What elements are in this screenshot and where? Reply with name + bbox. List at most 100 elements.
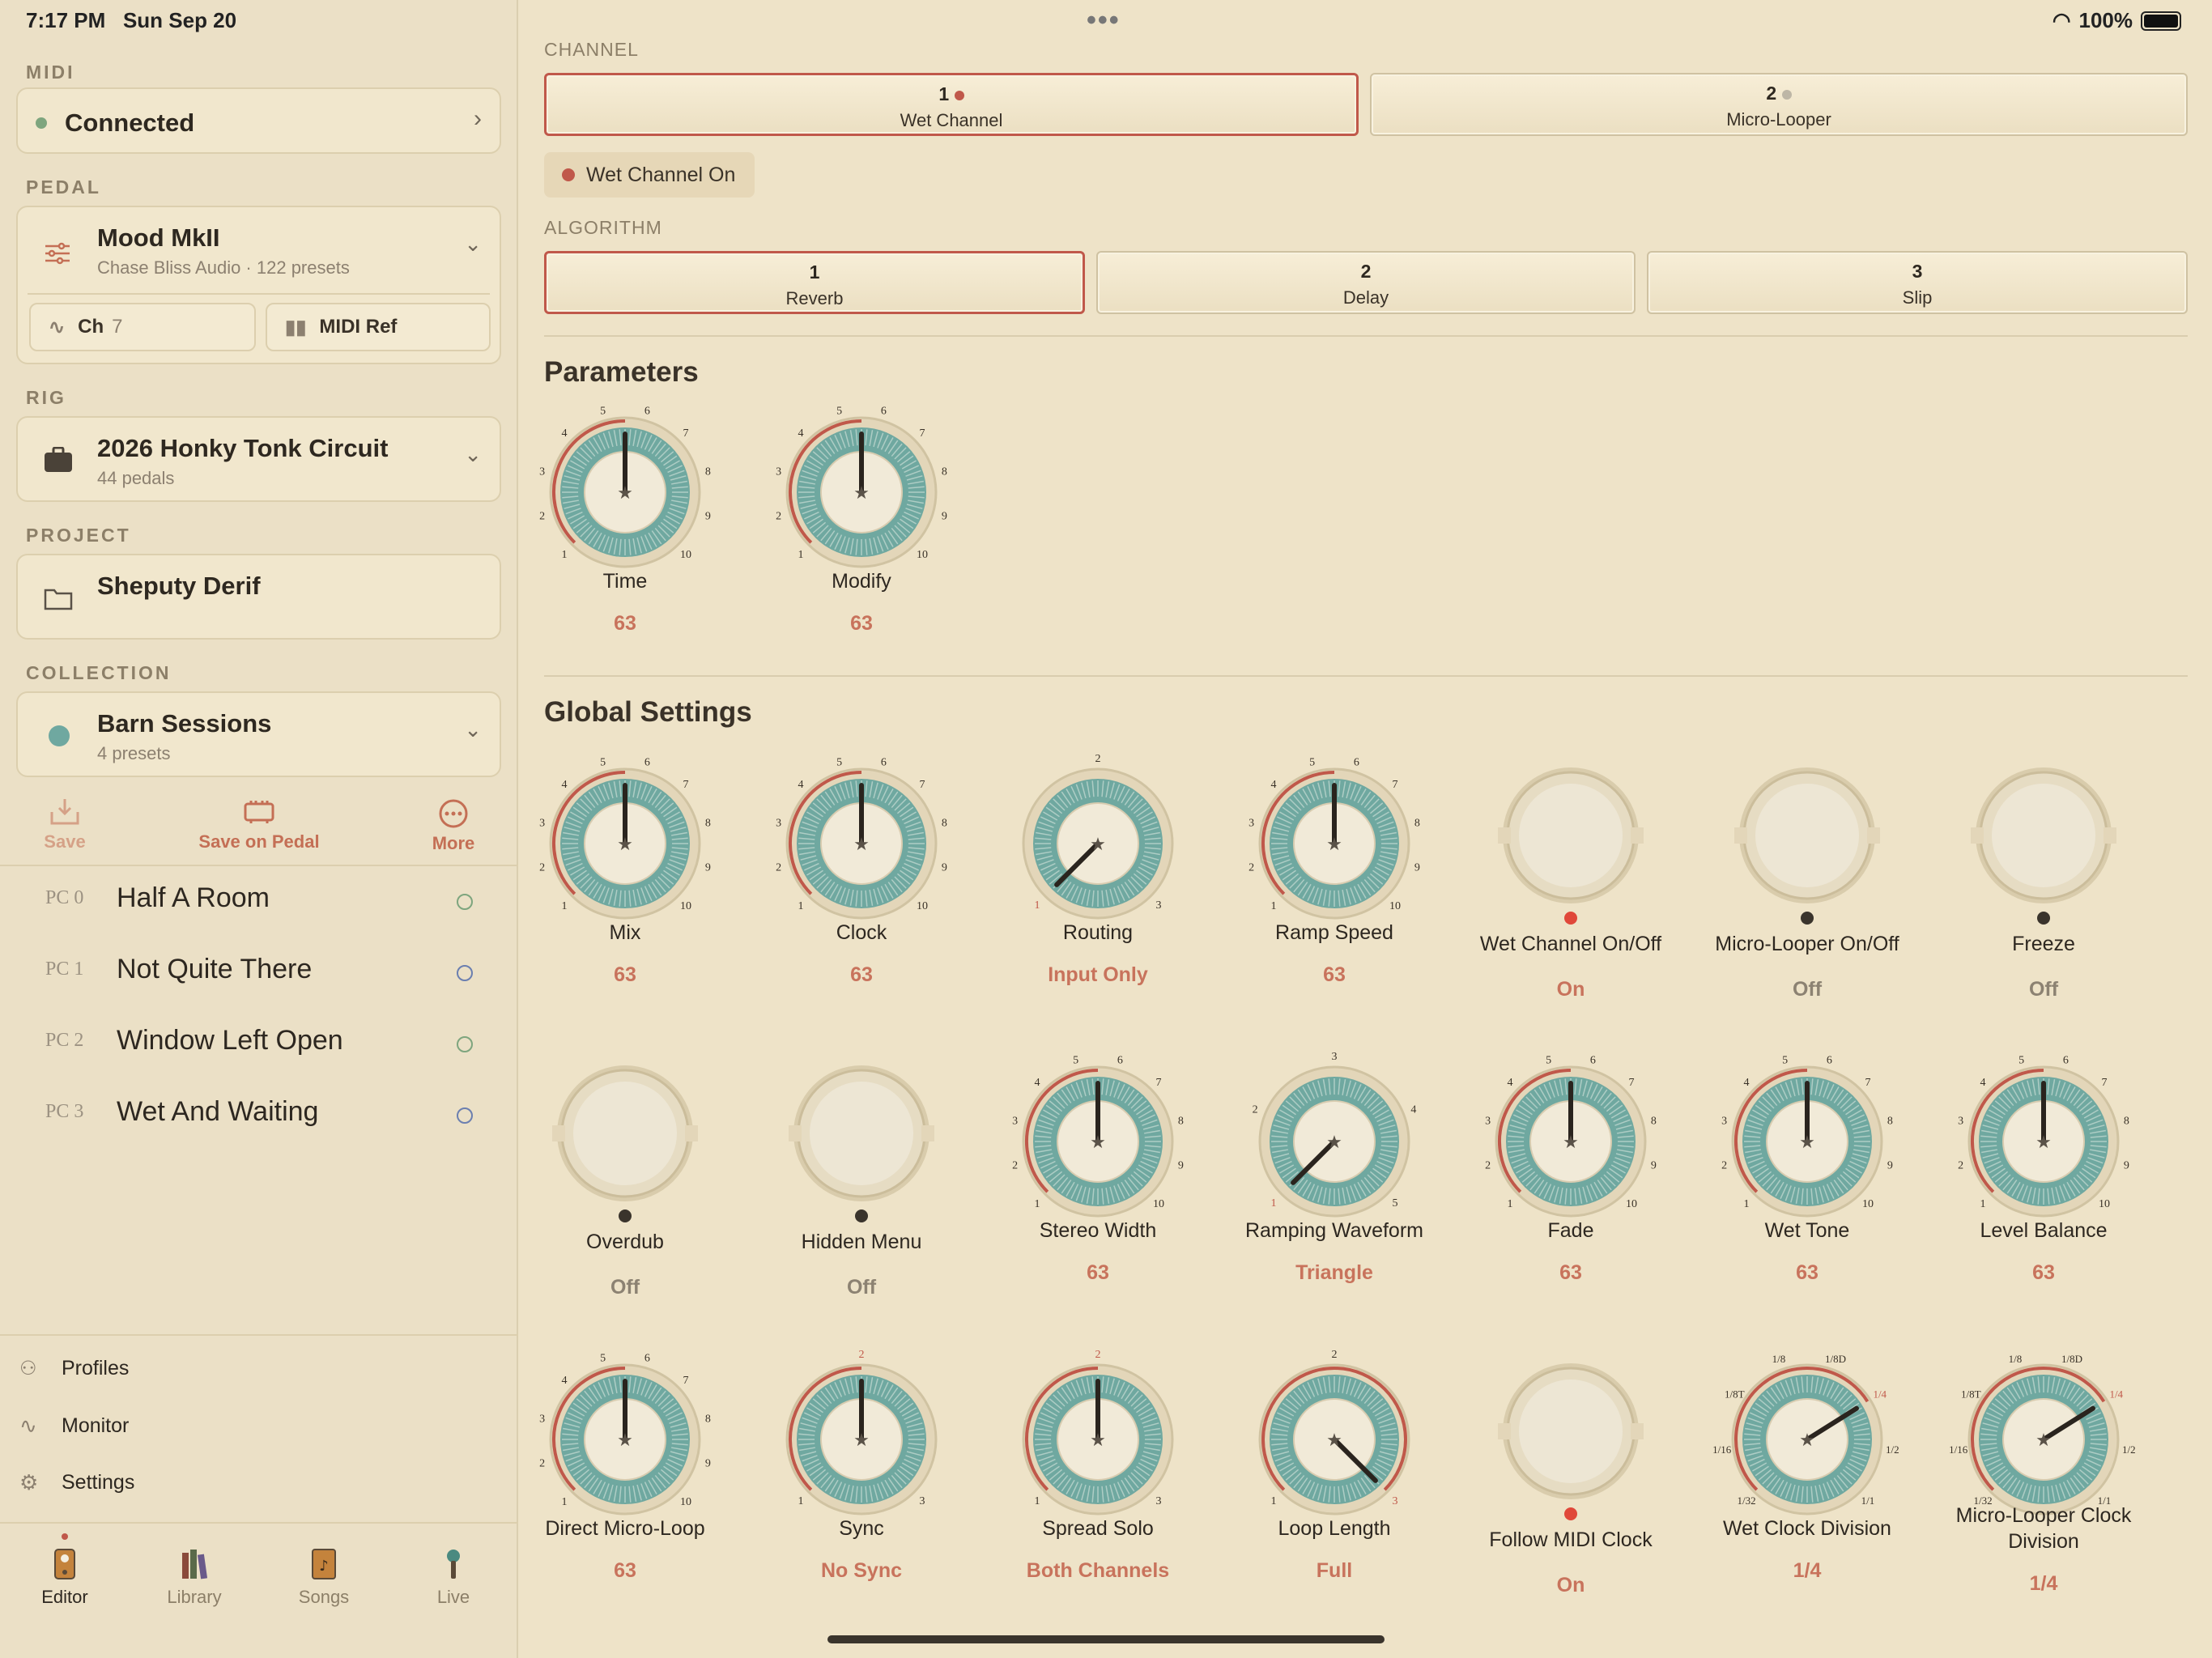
clock-dial[interactable]: 1 2 3 4 5 6 7 8 9 10 ★ bbox=[748, 748, 975, 942]
spread-solo-knob[interactable]: 1 2 3 ★ Spread Solo Both Channels bbox=[985, 1344, 1211, 1603]
looper-onoff-knob[interactable]: Micro-Looper On/Off Off bbox=[1694, 748, 1921, 1007]
stereo-width-dial[interactable]: 1 2 3 4 5 6 7 8 9 10 ★ bbox=[985, 1046, 1211, 1240]
multitask-dots-icon[interactable]: ••• bbox=[1087, 5, 1121, 36]
ramping-waveform-label: Ramping Waveform bbox=[1245, 1219, 1423, 1242]
channel-value: 7 bbox=[112, 316, 123, 338]
tick-label: 3 bbox=[1012, 1116, 1018, 1128]
fade-knob[interactable]: 1 2 3 4 5 6 7 8 9 10 ★ Fade 63 bbox=[1457, 1046, 1684, 1305]
pedal-card[interactable]: Mood MkII Chase Bliss Audio · 122 preset… bbox=[16, 206, 501, 364]
tick-label: 3 bbox=[539, 818, 545, 830]
looper-clock-div-knob[interactable]: 1/32 1/16 1/8T 1/8 1/8D 1/4 1/2 1/1 ★ Micro-Loope… bbox=[1930, 1344, 2157, 1603]
overdub-knob[interactable]: Overdub Off bbox=[512, 1046, 738, 1305]
save-on-pedal-button[interactable]: Save on Pedal bbox=[178, 797, 340, 852]
wet-onoff-dial[interactable] bbox=[1457, 748, 1684, 942]
algorithm-section-label: ALGORITHM bbox=[544, 217, 662, 238]
ramp-speed-dial[interactable]: 1 2 3 4 5 6 7 8 9 10 ★ bbox=[1221, 748, 1448, 942]
tab-library[interactable]: Library bbox=[146, 1548, 243, 1608]
monitor-button[interactable]: ∿ Monitor bbox=[19, 1414, 129, 1439]
star-icon: ★ bbox=[1090, 1133, 1106, 1153]
profiles-button[interactable]: ⚇ Profiles bbox=[19, 1357, 129, 1380]
tick-label: 9 bbox=[705, 510, 711, 522]
star-icon: ★ bbox=[1326, 1431, 1342, 1451]
tick-label: 7 bbox=[1628, 1077, 1634, 1089]
hidden-menu-knob[interactable]: Hidden Menu Off bbox=[748, 1046, 975, 1305]
tab-songs-label: Songs bbox=[298, 1587, 350, 1607]
routing-dial[interactable]: 1 2 3 ★ bbox=[985, 748, 1211, 942]
preset-name: Window Left Open bbox=[117, 1025, 343, 1056]
save-button[interactable]: Save bbox=[32, 797, 97, 852]
routing-knob[interactable]: 1 2 3 ★ Routing Input Only bbox=[985, 748, 1211, 1007]
wet-clock-div-dial[interactable]: 1/32 1/16 1/8T 1/8 1/8D 1/4 1/2 1/1 ★ bbox=[1694, 1344, 1921, 1538]
modify-knob[interactable]: 1 2 3 4 5 6 7 8 9 10 ★ Modify 63 bbox=[748, 397, 975, 656]
tab-songs[interactable]: ♪ Songs bbox=[275, 1548, 372, 1608]
more-button[interactable]: More bbox=[421, 797, 486, 854]
scroll-indicator[interactable] bbox=[827, 1635, 1385, 1643]
channel-2-button[interactable]: 2 Micro-Looper bbox=[1370, 73, 2188, 136]
mix-dial[interactable]: 1 2 3 4 5 6 7 8 9 10 ★ bbox=[512, 748, 738, 942]
channel-1-button[interactable]: 1 Wet Channel bbox=[544, 73, 1359, 136]
algorithm-3-button[interactable]: 3 Slip bbox=[1647, 251, 2188, 314]
settings-button[interactable]: ⚙ Settings bbox=[19, 1470, 134, 1495]
wet-tone-knob[interactable]: 1 2 3 4 5 6 7 8 9 10 ★ Wet Tone 63 bbox=[1694, 1046, 1921, 1305]
channel-button[interactable]: ∿ Ch 7 bbox=[29, 303, 256, 351]
tab-editor[interactable]: Editor bbox=[16, 1548, 113, 1608]
direct-micro-loop-knob[interactable]: 1 2 3 4 5 6 7 8 9 10 ★ Direct Micro-Loop 63 bbox=[512, 1344, 738, 1603]
tab-live[interactable]: Live bbox=[405, 1548, 502, 1608]
chevron-down-icon[interactable]: ⌄ bbox=[464, 232, 482, 257]
stereo-width-label: Stereo Width bbox=[1039, 1219, 1157, 1242]
ramp-speed-knob[interactable]: 1 2 3 4 5 6 7 8 9 10 ★ Ramp Speed 63 bbox=[1221, 748, 1448, 1007]
algorithm-1-label: Reverb bbox=[785, 288, 844, 308]
looper-onoff-dial[interactable] bbox=[1694, 748, 1921, 942]
level-balance-knob[interactable]: 1 2 3 4 5 6 7 8 9 10 ★ Level Balance 63 bbox=[1930, 1046, 2157, 1305]
freeze-dial[interactable] bbox=[1930, 748, 2157, 942]
stereo-width-knob[interactable]: 1 2 3 4 5 6 7 8 9 10 ★ Stereo Width 63 bbox=[985, 1046, 1211, 1305]
chevron-down-icon[interactable]: ⌄ bbox=[464, 442, 482, 467]
wet-onoff-knob[interactable]: Wet Channel On/Off On bbox=[1457, 748, 1684, 1007]
fade-dial[interactable]: 1 2 3 4 5 6 7 8 9 10 ★ bbox=[1457, 1046, 1684, 1240]
collection-color-icon bbox=[49, 725, 70, 746]
preset-row[interactable]: PC 2 Window Left Open bbox=[0, 1009, 518, 1080]
books-icon bbox=[182, 1550, 208, 1579]
mix-knob[interactable]: 1 2 3 4 5 6 7 8 9 10 ★ Mix 63 bbox=[512, 748, 738, 1007]
status-right: ◠ 100% bbox=[2052, 8, 2181, 33]
overdub-dial[interactable] bbox=[512, 1046, 738, 1240]
algorithm-2-button[interactable]: 2 Delay bbox=[1096, 251, 1636, 314]
algorithm-1-button[interactable]: 1 Reverb bbox=[544, 251, 1085, 314]
collection-card[interactable]: Barn Sessions 4 presets ⌄ bbox=[16, 691, 501, 777]
ramping-waveform-knob[interactable]: 1 2 3 4 5 ★ Ramping Waveform Triangle bbox=[1221, 1046, 1448, 1305]
ramping-waveform-dial[interactable]: 1 2 3 4 5 ★ bbox=[1221, 1046, 1448, 1240]
direct-micro-loop-dial[interactable]: 1 2 3 4 5 6 7 8 9 10 ★ bbox=[512, 1344, 738, 1538]
tick-label: 1 bbox=[1271, 1197, 1277, 1209]
ramping-waveform-value: Triangle bbox=[1295, 1261, 1373, 1284]
modify-dial[interactable]: 1 2 3 4 5 6 7 8 9 10 ★ bbox=[748, 397, 975, 591]
follow-midi-dial[interactable] bbox=[1457, 1344, 1684, 1538]
sync-dial[interactable]: 1 2 3 ★ bbox=[748, 1344, 975, 1538]
mix-value: 63 bbox=[614, 963, 636, 986]
follow-midi-knob[interactable]: Follow MIDI Clock On bbox=[1457, 1344, 1684, 1603]
freeze-knob[interactable]: Freeze Off bbox=[1930, 748, 2157, 1007]
rig-card[interactable]: 2026 Honky Tonk Circuit 44 pedals ⌄ bbox=[16, 416, 501, 502]
tick-label: 1/8D bbox=[1825, 1353, 1846, 1365]
tick-label: 1 bbox=[798, 1495, 804, 1507]
preset-row[interactable]: PC 0 Half A Room bbox=[0, 866, 518, 937]
sync-knob[interactable]: 1 2 3 ★ Sync No Sync bbox=[748, 1344, 975, 1603]
wet-clock-div-knob[interactable]: 1/32 1/16 1/8T 1/8 1/8D 1/4 1/2 1/1 ★ Wet Clock D… bbox=[1694, 1344, 1921, 1603]
loop-length-knob[interactable]: 1 2 3 ★ Loop Length Full bbox=[1221, 1344, 1448, 1603]
preset-row[interactable]: PC 3 Wet And Waiting bbox=[0, 1080, 518, 1151]
tick-label: 9 bbox=[705, 861, 711, 874]
hidden-menu-dial[interactable] bbox=[748, 1046, 975, 1240]
collection-sub: 4 presets bbox=[97, 743, 171, 763]
spread-solo-dial[interactable]: 1 2 3 ★ bbox=[985, 1344, 1211, 1538]
preset-row[interactable]: PC 1 Not Quite There bbox=[0, 937, 518, 1009]
time-knob[interactable]: 1 2 3 4 5 6 7 8 9 10 ★ Time 63 bbox=[512, 397, 738, 656]
time-dial[interactable]: 1 2 3 4 5 6 7 8 9 10 ★ bbox=[512, 397, 738, 591]
project-card[interactable]: Sheputy Derif bbox=[16, 554, 501, 640]
wet-tone-dial[interactable]: 1 2 3 4 5 6 7 8 9 10 ★ bbox=[1694, 1046, 1921, 1240]
loop-length-dial[interactable]: 1 2 3 ★ bbox=[1221, 1344, 1448, 1538]
level-balance-dial[interactable]: 1 2 3 4 5 6 7 8 9 10 ★ bbox=[1930, 1046, 2157, 1240]
channel-active-dot-icon bbox=[954, 91, 964, 100]
clock-knob[interactable]: 1 2 3 4 5 6 7 8 9 10 ★ Clock 63 bbox=[748, 748, 975, 1007]
midi-ref-button[interactable]: ▮▮ MIDI Ref bbox=[266, 303, 491, 351]
midi-status-card[interactable]: Connected › bbox=[16, 87, 501, 154]
chevron-down-icon[interactable]: ⌄ bbox=[464, 717, 482, 742]
